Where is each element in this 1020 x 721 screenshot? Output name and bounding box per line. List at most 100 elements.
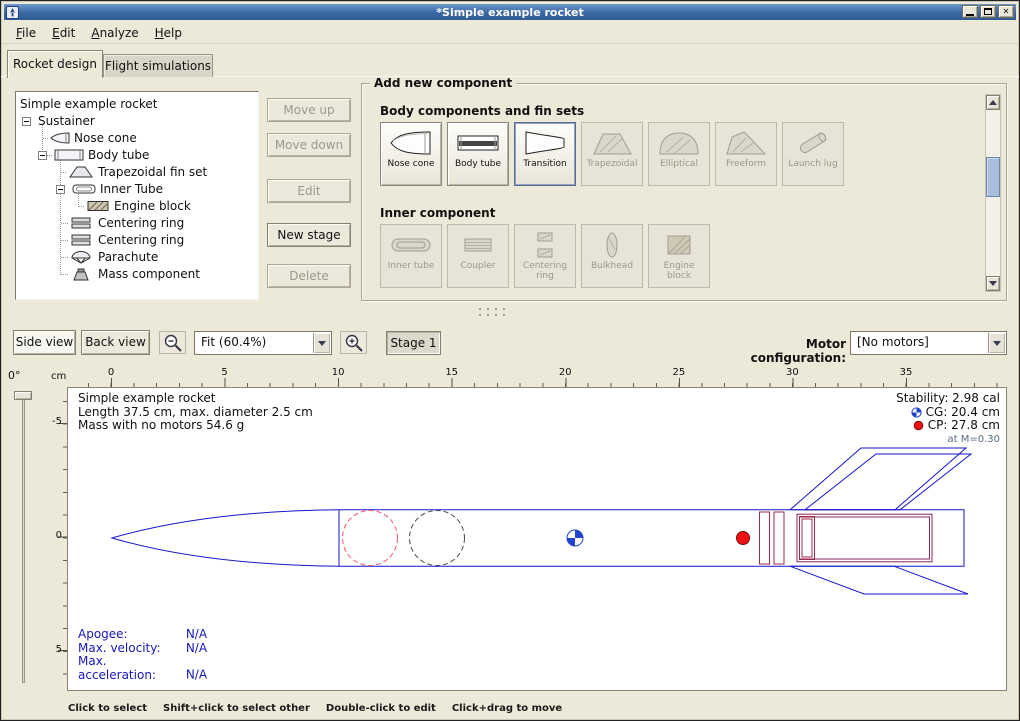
tree-item-nose-cone[interactable]: Nose cone bbox=[16, 130, 258, 147]
rocket-canvas[interactable]: Simple example rocket Length 37.5 cm, ma… bbox=[67, 387, 1007, 691]
splitter-dot bbox=[503, 308, 505, 310]
edit-button[interactable]: Edit bbox=[267, 179, 351, 203]
apogee-label: Apogee: bbox=[78, 628, 182, 642]
menu-item-analyze[interactable]: Analyze bbox=[83, 23, 146, 43]
minimize-icon bbox=[966, 14, 974, 16]
stability-text: Stability: 2.98 cal bbox=[896, 392, 1000, 406]
tree-item-mass-component[interactable]: Mass component bbox=[16, 266, 258, 283]
ruler-number: 5 bbox=[205, 367, 245, 378]
stability-legend: Stability: 2.98 cal CG: 20.4 cm CP: 27.8… bbox=[896, 392, 1000, 446]
maximize-button[interactable] bbox=[980, 5, 996, 18]
add-centering-ring-button[interactable]: Centering ring bbox=[514, 224, 576, 288]
zoom-in-button[interactable] bbox=[340, 331, 367, 354]
component-button-label: Coupler bbox=[459, 262, 498, 272]
splitter-dot bbox=[479, 308, 481, 310]
zoom-dropdown-arrow[interactable] bbox=[313, 333, 330, 353]
rotation-slider-handle[interactable] bbox=[14, 391, 32, 400]
add-launch-lug-button[interactable]: Launch lug bbox=[782, 122, 844, 186]
scroll-down-button[interactable] bbox=[986, 276, 1000, 291]
rocket-info: Simple example rocket Length 37.5 cm, ma… bbox=[78, 392, 313, 433]
splitter-dot bbox=[495, 314, 497, 316]
splitter-handle[interactable] bbox=[479, 308, 511, 320]
zoom-out-button[interactable] bbox=[159, 331, 186, 354]
tree-item-centering-ring-1[interactable]: Centering ring bbox=[16, 215, 258, 232]
parachute-icon bbox=[70, 251, 92, 264]
ruler-unit-label: cm bbox=[51, 371, 66, 382]
nose-cone-icon bbox=[50, 132, 70, 144]
velocity-label: Max. velocity: bbox=[78, 642, 182, 656]
ruler-number: 0 bbox=[91, 367, 131, 378]
scroll-thumb[interactable] bbox=[986, 157, 1000, 197]
tree-expander[interactable] bbox=[38, 151, 47, 160]
elliptical-fin-icon bbox=[657, 128, 701, 158]
ruler-number: 20 bbox=[545, 367, 585, 378]
tree-item-label: Mass component bbox=[98, 267, 200, 281]
tree-expander[interactable] bbox=[56, 185, 65, 194]
menu-item-help[interactable]: Help bbox=[147, 23, 190, 43]
add-coupler-button[interactable]: Coupler bbox=[447, 224, 509, 288]
add-engine-block-button[interactable]: Engine block bbox=[648, 224, 710, 288]
side-view-button[interactable]: Side view bbox=[13, 330, 76, 355]
motor-dropdown-arrow[interactable] bbox=[988, 333, 1005, 353]
add-transition-button[interactable]: Transition bbox=[514, 122, 576, 186]
tree-item-trapezoidal-fin-set[interactable]: Trapezoidal fin set bbox=[16, 164, 258, 181]
back-view-button[interactable]: Back view bbox=[81, 330, 150, 355]
tree-expander[interactable] bbox=[22, 117, 31, 126]
add-body-tube-button[interactable]: Body tube bbox=[447, 122, 509, 186]
body-section-label: Body components and fin sets bbox=[380, 104, 584, 118]
window-titlebar[interactable]: *Simple example rocket ✕ bbox=[4, 4, 1016, 20]
close-icon: ✕ bbox=[1003, 8, 1010, 16]
delete-button[interactable]: Delete bbox=[267, 264, 351, 288]
horizontal-ruler: 0 5 10 15 20 25 30 35 bbox=[67, 365, 1007, 387]
close-button[interactable]: ✕ bbox=[998, 5, 1014, 18]
inner-section-label: Inner component bbox=[380, 206, 495, 220]
add-bulkhead-button[interactable]: Bulkhead bbox=[581, 224, 643, 288]
tree-item-body-tube[interactable]: Body tube bbox=[16, 147, 258, 164]
add-nose-cone-button[interactable]: Nose cone bbox=[380, 122, 442, 186]
app-icon bbox=[6, 6, 19, 19]
tree-item-rocket[interactable]: Simple example rocket bbox=[16, 96, 258, 113]
cg-readout: CG: 20.4 cm bbox=[896, 406, 1000, 420]
rocket-dimensions: Length 37.5 cm, max. diameter 2.5 cm bbox=[78, 406, 313, 420]
tree-item-sustainer[interactable]: Sustainer bbox=[16, 113, 258, 130]
move-down-button[interactable]: Move down bbox=[267, 133, 351, 157]
tab-rocket-design[interactable]: Rocket design bbox=[7, 50, 103, 78]
cg-icon bbox=[911, 407, 922, 418]
add-elliptical-button[interactable]: Elliptical bbox=[648, 122, 710, 186]
move-up-button[interactable]: Move up bbox=[267, 98, 351, 122]
menu-item-edit[interactable]: Edit bbox=[44, 23, 83, 43]
engine-block-icon bbox=[657, 230, 701, 260]
chevron-down-icon bbox=[993, 341, 1001, 346]
add-freeform-button[interactable]: Freeform bbox=[715, 122, 777, 186]
add-trapezoidal-button[interactable]: Trapezoidal bbox=[581, 122, 643, 186]
minimize-button[interactable] bbox=[962, 5, 978, 18]
acceleration-label: Max. acceleration: bbox=[78, 655, 182, 682]
stage-1-toggle[interactable]: Stage 1 bbox=[386, 331, 441, 355]
menu-item-file[interactable]: File bbox=[8, 23, 44, 43]
tab-flight-simulations[interactable]: Flight simulations bbox=[103, 54, 213, 77]
arrow-up-icon bbox=[989, 100, 997, 105]
zoom-select[interactable]: Fit (60.4%) bbox=[194, 331, 332, 355]
tree-item-engine-block[interactable]: Engine block bbox=[16, 198, 258, 215]
app-window: *Simple example rocket ✕ File Edit Analy… bbox=[0, 0, 1020, 721]
apogee-row: Apogee: N/A bbox=[78, 628, 207, 642]
tree-item-parachute[interactable]: Parachute bbox=[16, 249, 258, 266]
tree-item-centering-ring-2[interactable]: Centering ring bbox=[16, 232, 258, 249]
bulkhead-icon bbox=[590, 230, 634, 260]
tree-item-label: Engine block bbox=[114, 199, 191, 213]
inner-tube-icon bbox=[389, 230, 433, 260]
group-title: Add new component bbox=[370, 76, 516, 90]
rocket-view-region: 0° cm 0 5 10 15 20 25 30 35 -5 0 5 bbox=[1, 363, 1020, 695]
motor-configuration-select[interactable]: [No motors] bbox=[850, 331, 1007, 355]
ruler-number: 5 bbox=[47, 644, 62, 655]
add-inner-tube-button[interactable]: Inner tube bbox=[380, 224, 442, 288]
scroll-up-button[interactable] bbox=[986, 95, 1000, 110]
tree-item-inner-tube[interactable]: Inner Tube bbox=[16, 181, 258, 198]
component-button-label: Bulkhead bbox=[589, 262, 635, 272]
centering-ring-icon bbox=[523, 230, 567, 260]
component-button-label: Inner tube bbox=[386, 262, 437, 272]
splitter-dot bbox=[487, 308, 489, 310]
maximize-icon bbox=[984, 8, 992, 15]
new-stage-button[interactable]: New stage bbox=[267, 223, 351, 247]
tree-item-label: Body tube bbox=[88, 148, 149, 162]
